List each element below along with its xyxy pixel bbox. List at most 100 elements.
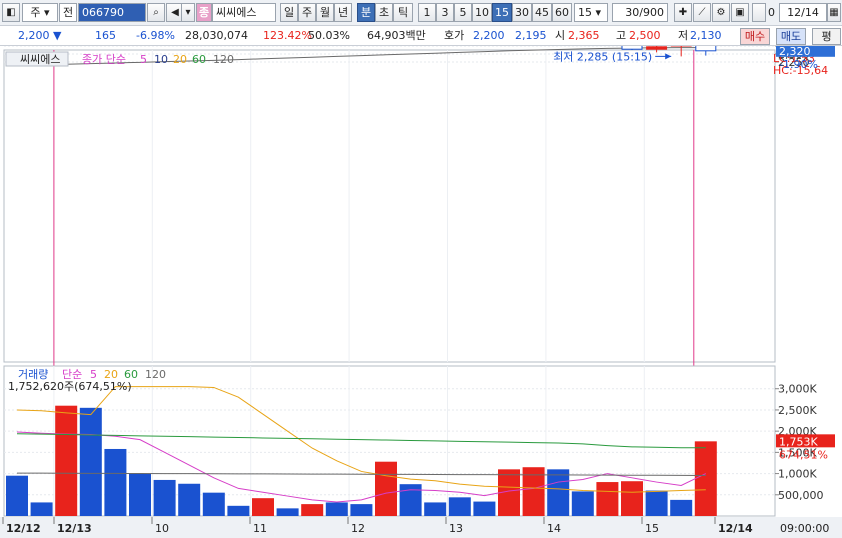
volume-bar <box>448 497 471 516</box>
interval-select[interactable]: 15 ▾ <box>574 3 608 22</box>
change-pct-value: -6.98% <box>136 29 175 42</box>
stock-chart[interactable]: 2,2502,3002,3502,4002,4502,5002,5502,600… <box>0 46 842 538</box>
period-button-month[interactable]: 월 <box>316 3 334 22</box>
stock-name-field[interactable]: 씨씨에스 <box>212 3 276 22</box>
volume-bar <box>178 483 201 516</box>
current-volume-tag-label: 1,753K <box>779 435 818 448</box>
x-axis-label: 11 <box>253 522 267 535</box>
volume-bar <box>153 479 176 516</box>
price-text: 2,200 <box>18 29 50 42</box>
amount-value: 64,903백만 <box>367 29 426 42</box>
stock-badge: 종 <box>196 3 212 22</box>
volume-tick-label: 500,000 <box>778 489 824 502</box>
ma-legend-120: 120 <box>213 53 234 66</box>
save-icon[interactable]: ▣ <box>731 3 749 22</box>
volume-bar <box>202 492 225 516</box>
volume-bar <box>350 504 373 516</box>
candle <box>621 46 643 50</box>
volume-bar <box>670 499 693 516</box>
volume-bar <box>694 441 717 516</box>
sync-checkbox[interactable] <box>752 3 766 22</box>
interval-button-30[interactable]: 30 <box>512 3 532 22</box>
line-tool-icon[interactable]: ⟋ <box>693 3 711 22</box>
interval-button-60[interactable]: 60 <box>552 3 572 22</box>
crosshair-icon[interactable]: ✚ <box>674 3 692 22</box>
interval-button-3[interactable]: 3 <box>436 3 454 22</box>
date-field[interactable]: 12/14 <box>779 3 827 22</box>
last-volume-label: 1,752,620주(674,51%) <box>8 380 132 393</box>
prev-label: 전 <box>62 6 74 19</box>
turnover-ratio-value: 50.03% <box>308 29 350 42</box>
stock-name: 씨씨에스 <box>216 6 257 19</box>
date-value: 12/14 <box>787 6 819 19</box>
price-value: 2,200 ▼ <box>18 29 61 43</box>
dropdown-icon[interactable]: ▾ <box>181 3 195 22</box>
settings-icon[interactable]: ⚙ <box>712 3 730 22</box>
current-price-tag-label: 2,320 <box>779 46 811 58</box>
volume-bar <box>571 491 594 516</box>
high-value: 2,500 <box>629 29 661 42</box>
calendar-icon[interactable]: ▦ <box>827 3 841 22</box>
volume-ma-legend-120: 120 <box>145 368 166 381</box>
x-axis-label: 13 <box>449 522 463 535</box>
buy-button[interactable]: 매수 <box>740 28 770 45</box>
volume-bar <box>6 475 28 516</box>
interval-label: 30 <box>515 6 529 19</box>
period-button-week[interactable]: 주 <box>298 3 316 22</box>
ma-legend-10: 10 <box>154 53 168 66</box>
sell-button[interactable]: 매도 <box>776 28 806 45</box>
eval-label: 평 <box>821 30 832 43</box>
eval-button[interactable]: 평 <box>812 28 841 45</box>
x-axis-label: 12/12 <box>6 522 41 535</box>
search-icon[interactable]: ⌕ <box>147 3 165 22</box>
x-axis-label: 12/14 <box>718 522 753 535</box>
volume-bar <box>473 501 496 516</box>
period-label: 틱 <box>397 6 409 19</box>
open-value: 2,365 <box>568 29 600 42</box>
volume-bar <box>645 490 668 516</box>
stock-code-input[interactable]: 066790 <box>78 3 146 22</box>
volume-bar <box>301 504 324 516</box>
ma-legend-type: 종가 단순 <box>82 53 126 66</box>
volume-bar <box>325 502 348 516</box>
x-axis-label: 15 <box>645 522 659 535</box>
period-button-second[interactable]: 초 <box>375 3 393 22</box>
x-axis-label: 12 <box>351 522 365 535</box>
volume-bar <box>399 484 422 516</box>
volume-bar <box>79 407 102 516</box>
current-volume-tag: 1,753K674,51% <box>776 434 835 461</box>
interval-button-45[interactable]: 45 <box>532 3 552 22</box>
interval-label: 10 <box>475 6 489 19</box>
x-axis: 12/12 12/13 10 11 12 13 14 15 12/14 09:00:00 <box>0 517 842 538</box>
interval-button-5[interactable]: 5 <box>454 3 472 22</box>
low-annotation-label: 최저 2,285 (15:15) <box>553 50 652 63</box>
volume-tick-label: 3,000K <box>778 383 817 396</box>
interval-button-1[interactable]: 1 <box>418 3 436 22</box>
open-label: 시 <box>555 29 566 42</box>
period-button-minute[interactable]: 분 <box>357 3 375 22</box>
period-label: 초 <box>378 6 390 19</box>
panel-title: 씨씨에스 <box>20 53 60 66</box>
interval-button-15[interactable]: 15 <box>492 3 512 22</box>
interval-label: 3 <box>441 6 449 19</box>
volume-panel: 500,0001,000K1,500K2,000K2,500K3,000K거래량… <box>3 365 835 517</box>
volume-bar <box>227 505 250 516</box>
change-value: 165 <box>95 29 116 42</box>
period-button-year[interactable]: 년 <box>334 3 352 22</box>
period-button-day[interactable]: 일 <box>280 3 298 22</box>
prev-button[interactable]: 전 <box>59 3 77 22</box>
period-label: 일 <box>283 6 295 19</box>
ma-legend-20: 20 <box>173 53 187 66</box>
volume-bar <box>596 482 619 516</box>
toolbar: ◧ 주 ▾ 전 066790 ⌕ ◀ ▾ 종 씨씨에스 일 주 월 년 분 초 … <box>0 0 842 26</box>
layout-icon[interactable]: ◧ <box>2 3 20 22</box>
x-axis-bar <box>0 517 842 538</box>
mode-select[interactable]: 주 ▾ <box>22 3 58 22</box>
interval-button-10[interactable]: 10 <box>472 3 492 22</box>
interval-label: 45 <box>535 6 549 19</box>
quote-bar: 2,200 ▼ 165 -6.98% 28,030,074 123.42% 50… <box>0 26 842 46</box>
low-value: 2,130 <box>690 29 722 42</box>
period-button-tick[interactable]: 틱 <box>393 3 413 22</box>
interval-label: 5 <box>459 6 467 19</box>
volume-bar <box>252 498 274 516</box>
